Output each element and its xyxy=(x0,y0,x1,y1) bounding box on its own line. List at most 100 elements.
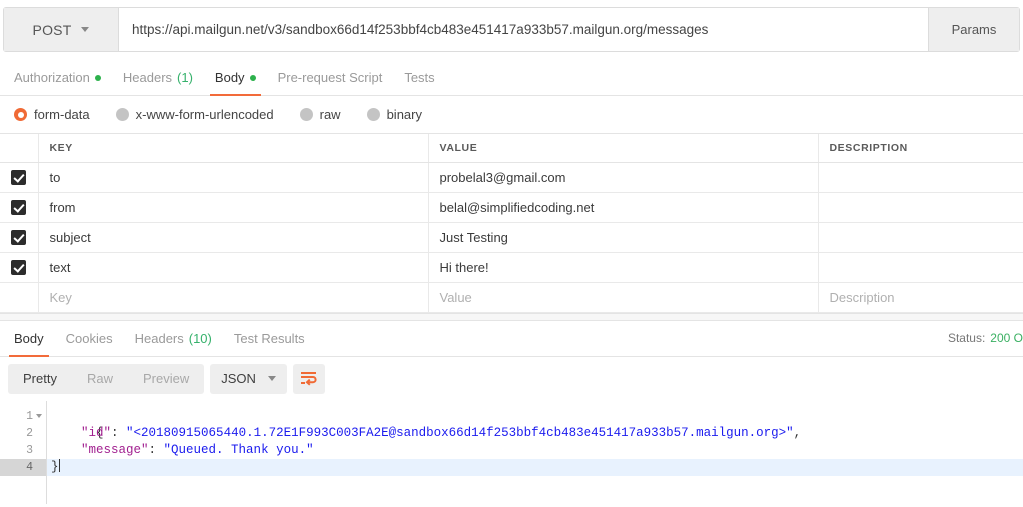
table-row: to probelal3@gmail.com xyxy=(0,162,1023,192)
radio-unselected-icon xyxy=(367,108,380,121)
gutter-line[interactable]: 3 xyxy=(0,442,46,459)
view-raw-button[interactable]: Raw xyxy=(72,364,128,394)
response-tab-body[interactable]: Body xyxy=(3,321,55,356)
checkbox-checked-icon[interactable] xyxy=(11,230,26,245)
chevron-down-icon xyxy=(268,376,276,381)
row-checkbox-cell[interactable] xyxy=(0,222,38,252)
response-tab-cookies[interactable]: Cookies xyxy=(55,321,124,356)
json-key: "message" xyxy=(81,443,149,457)
tab-pre-request-script[interactable]: Pre-request Script xyxy=(267,60,394,95)
gutter-line[interactable]: 2 xyxy=(0,425,46,442)
tab-body-label: Body xyxy=(215,70,245,85)
response-format-select[interactable]: JSON xyxy=(210,364,287,394)
body-type-binary-label: binary xyxy=(387,107,422,122)
tab-tests[interactable]: Tests xyxy=(393,60,445,95)
body-type-form-data[interactable]: form-data xyxy=(14,107,90,122)
json-value: "Queued. Thank you." xyxy=(164,443,314,457)
response-format-value: JSON xyxy=(221,371,256,386)
row-description-cell[interactable] xyxy=(818,252,1023,282)
wrap-lines-icon xyxy=(300,371,317,386)
status-dot-icon xyxy=(95,75,101,81)
row-value-cell[interactable]: belal@simplifiedcoding.net xyxy=(428,192,818,222)
tab-pre-request-script-label: Pre-request Script xyxy=(278,70,383,85)
radio-unselected-icon xyxy=(116,108,129,121)
new-row-value-input[interactable]: Value xyxy=(428,282,818,312)
tab-authorization[interactable]: Authorization xyxy=(3,60,112,95)
gutter-line-number: 4 xyxy=(26,459,33,476)
response-tabs: Body Cookies Headers (10) Test Results S… xyxy=(0,321,1023,357)
fold-triangle-icon[interactable] xyxy=(36,414,42,418)
tab-body[interactable]: Body xyxy=(204,60,267,95)
row-description-cell[interactable] xyxy=(818,192,1023,222)
checkbox-checked-icon[interactable] xyxy=(11,170,26,185)
table-row-placeholder: Key Value Description xyxy=(0,282,1023,312)
body-type-raw[interactable]: raw xyxy=(300,107,341,122)
response-toolbar: Pretty Raw Preview JSON xyxy=(0,357,1023,401)
gutter-line-number: 1 xyxy=(26,408,33,425)
row-value-cell[interactable]: Hi there! xyxy=(428,252,818,282)
table-row: text Hi there! xyxy=(0,252,1023,282)
code-line: "id": "<20180915065440.1.72E1F993C003FA2… xyxy=(47,425,1023,442)
row-checkbox-cell[interactable] xyxy=(0,162,38,192)
body-type-form-data-label: form-data xyxy=(34,107,90,122)
row-key-cell[interactable]: to xyxy=(38,162,428,192)
tab-tests-label: Tests xyxy=(404,70,434,85)
code-line-text: } xyxy=(51,460,59,474)
json-comma: , xyxy=(794,426,802,440)
response-tab-test-results-label: Test Results xyxy=(234,331,305,346)
checkbox-checked-icon[interactable] xyxy=(11,200,26,215)
http-method-selector[interactable]: POST xyxy=(4,8,119,51)
response-tab-body-label: Body xyxy=(14,331,44,346)
row-value-cell[interactable]: Just Testing xyxy=(428,222,818,252)
row-checkbox-cell[interactable] xyxy=(0,252,38,282)
new-row-key-input[interactable]: Key xyxy=(38,282,428,312)
json-separator: : xyxy=(149,443,164,457)
row-description-cell[interactable] xyxy=(818,222,1023,252)
checkbox-checked-icon[interactable] xyxy=(11,260,26,275)
pane-splitter[interactable] xyxy=(0,313,1023,321)
tab-headers-label: Headers xyxy=(123,70,172,85)
editor-code-area[interactable]: { "id": "<20180915065440.1.72E1F993C003F… xyxy=(47,401,1023,504)
row-checkbox-cell-empty xyxy=(0,282,38,312)
editor-gutter: 1 2 3 4 xyxy=(0,401,47,504)
gutter-line[interactable]: 1 xyxy=(0,408,46,425)
json-key: "id" xyxy=(81,426,111,440)
body-type-urlencoded-label: x-www-form-urlencoded xyxy=(136,107,274,122)
gutter-line-number: 3 xyxy=(26,442,33,459)
row-value-cell[interactable]: probelal3@gmail.com xyxy=(428,162,818,192)
table-row: from belal@simplifiedcoding.net xyxy=(0,192,1023,222)
wrap-lines-button[interactable] xyxy=(293,364,325,394)
radio-unselected-icon xyxy=(300,108,313,121)
tab-headers[interactable]: Headers (1) xyxy=(112,60,204,95)
gutter-line-current[interactable]: 4 xyxy=(0,459,46,476)
table-header-description: DESCRIPTION xyxy=(818,134,1023,162)
new-row-description-input[interactable]: Description xyxy=(818,282,1023,312)
row-key-cell[interactable]: text xyxy=(38,252,428,282)
status-code-value: 200 O xyxy=(990,331,1023,345)
url-input[interactable]: https://api.mailgun.net/v3/sandbox66d14f… xyxy=(119,8,928,51)
body-type-urlencoded[interactable]: x-www-form-urlencoded xyxy=(116,107,274,122)
response-tab-headers[interactable]: Headers (10) xyxy=(124,321,223,356)
row-key-cell[interactable]: from xyxy=(38,192,428,222)
response-body-editor[interactable]: 1 2 3 4 { "id": "<20180915065440.1.72E1F… xyxy=(0,401,1023,504)
code-line: { xyxy=(47,408,1023,425)
status-dot-icon xyxy=(250,75,256,81)
view-preview-button[interactable]: Preview xyxy=(128,364,204,394)
response-tab-headers-label: Headers xyxy=(135,331,184,346)
response-tab-headers-count: (10) xyxy=(189,331,212,346)
body-type-raw-label: raw xyxy=(320,107,341,122)
row-key-cell[interactable]: subject xyxy=(38,222,428,252)
form-data-table: KEY VALUE DESCRIPTION to probelal3@gmail… xyxy=(0,134,1023,313)
view-pretty-button[interactable]: Pretty xyxy=(8,364,72,394)
request-url-bar: POST https://api.mailgun.net/v3/sandbox6… xyxy=(3,7,1020,52)
response-tab-test-results[interactable]: Test Results xyxy=(223,321,316,356)
row-checkbox-cell[interactable] xyxy=(0,192,38,222)
table-header-value: VALUE xyxy=(428,134,818,162)
row-description-cell[interactable] xyxy=(818,162,1023,192)
table-row: subject Just Testing xyxy=(0,222,1023,252)
body-type-binary[interactable]: binary xyxy=(367,107,422,122)
response-tab-cookies-label: Cookies xyxy=(66,331,113,346)
response-view-switcher: Pretty Raw Preview xyxy=(8,364,204,394)
params-button[interactable]: Params xyxy=(928,8,1019,51)
radio-selected-icon xyxy=(14,108,27,121)
